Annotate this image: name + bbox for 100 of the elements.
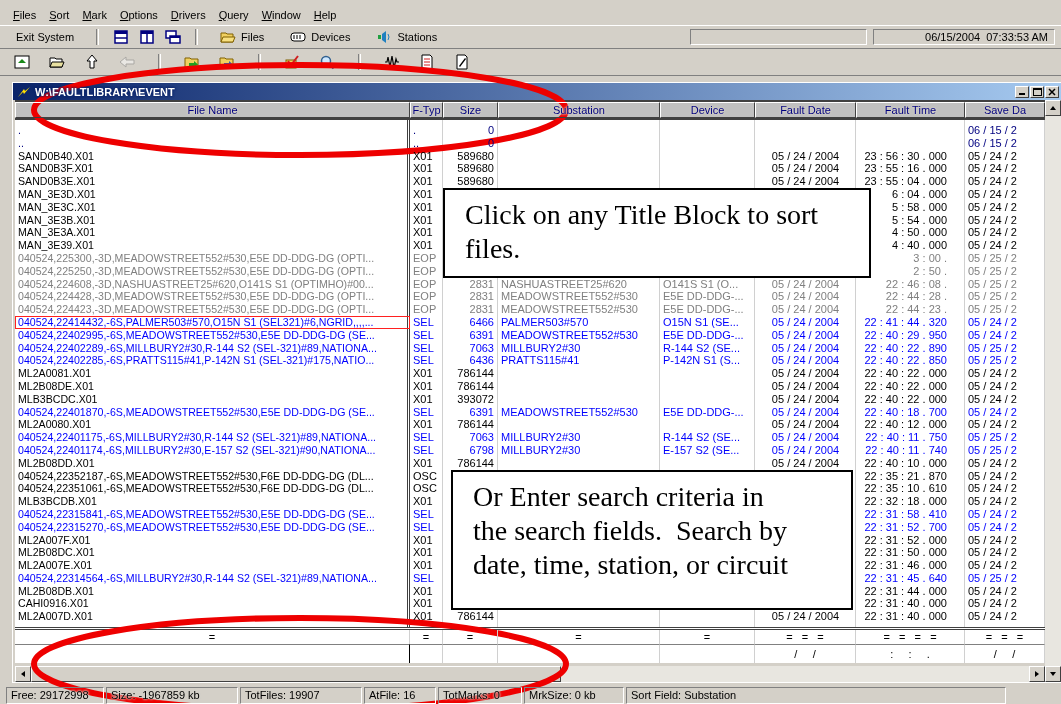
table-cell-text: 22 : 40 : 18 . 700: [863, 405, 948, 419]
table-cell-text: EOP: [412, 290, 438, 304]
column-header[interactable]: Device: [660, 102, 755, 118]
menu-item[interactable]: Options: [119, 9, 158, 21]
maximize-button[interactable]: [1030, 85, 1044, 98]
table-cell-text: 2831: [468, 277, 495, 291]
table-cell-text: X01: [412, 456, 434, 470]
menu-item[interactable]: Mark: [82, 9, 107, 21]
table-cell-text: X01: [412, 367, 434, 380]
lightning-icon: [17, 85, 31, 98]
table-cell-text: X01: [412, 533, 434, 547]
search-field[interactable]: [498, 644, 660, 664]
table-cell-text: MEADOWSTREET552#530: [500, 328, 639, 342]
search-field[interactable]: [410, 644, 443, 664]
search-field[interactable]: / /: [965, 644, 1045, 664]
column-header[interactable]: File Name: [15, 102, 410, 118]
clock-field: 06/15/2004 07:33:53 AM: [873, 29, 1055, 45]
close-icon: [1048, 87, 1056, 96]
table-cell-text: SAND0B3E.X01: [17, 175, 97, 188]
table-cell-text: 040524,22402995,-6S,MEADOWSTREET552#530,E5E DD-DDG-DG (SE...: [17, 328, 376, 342]
table-cell-text: E5E DD-DDG-...: [662, 290, 745, 304]
minimize-button[interactable]: [1015, 85, 1029, 98]
status-panel: Sort Field: Substation: [626, 687, 1006, 704]
table-cell-text: 05 / 24 / 2: [967, 175, 1018, 188]
table-cell-text: SEL: [412, 328, 435, 342]
table-cell-text: 05 / 24 / 2: [967, 597, 1018, 611]
search-field[interactable]: [660, 644, 755, 664]
menu-item[interactable]: Files: [13, 9, 37, 21]
table-cell-text: 05 / 24 / 2: [967, 149, 1018, 163]
vertical-scrollbar[interactable]: [1045, 100, 1061, 683]
table-cell-text: X01: [412, 200, 434, 214]
table-cell-text: 786144: [456, 379, 495, 393]
table-cell-text: MEADOWSTREET552#530: [500, 405, 639, 419]
table-cell-text: EOP: [412, 251, 438, 265]
maximize-icon: [1032, 87, 1042, 96]
window-layout-icon[interactable]: [163, 27, 184, 47]
table-cell-text: 05 / 24 / 2004: [770, 418, 841, 432]
device-icon: [290, 29, 307, 45]
table-cell-text: 22 : 35 : 21 . 870: [863, 469, 948, 483]
horizontal-scrollbar[interactable]: [15, 666, 1045, 683]
table-cell-text: 22 : 40 : 22 . 850: [863, 354, 948, 368]
column-header[interactable]: Fault Date: [755, 102, 856, 118]
toolbar-button[interactable]: Devices: [280, 28, 361, 46]
table-cell-text: 040524,22314564,-6S,MILLBURY2#30,R-144 S2 (SEL-321)#89,NATIONA...: [17, 571, 378, 585]
table-cell-text: 05 / 24 / 2004: [770, 277, 841, 291]
column-header[interactable]: Fault Time: [856, 102, 965, 118]
table-cell-text: 05 / 24 / 2004: [770, 392, 841, 406]
search-field[interactable]: : : .: [856, 644, 965, 664]
table-cell-text: 05 / 24 / 2: [967, 584, 1018, 598]
table-cell-text: 6466: [468, 315, 495, 329]
table-cell-text: 786144: [456, 418, 495, 432]
table-cell-text: 05 / 24 / 2004: [770, 290, 841, 304]
table-cell-text: ..: [412, 136, 421, 150]
table-cell-text: SEL: [412, 354, 435, 368]
menu-item[interactable]: Help: [313, 9, 337, 21]
table-cell-text: 05 / 25 / 2: [967, 277, 1018, 291]
column-header[interactable]: F-Typ: [410, 102, 443, 118]
column-header[interactable]: Save Da: [965, 102, 1045, 118]
table-cell-text: 22 : 31 : 50 . 000: [863, 546, 948, 560]
table-cell-text: 05 / 24 / 2004: [770, 379, 841, 393]
column-header[interactable]: Size: [443, 102, 498, 118]
table-cell-text: 05 / 24 / 2004: [770, 367, 841, 380]
table-cell-text: 05 / 24 / 2004: [770, 431, 841, 444]
table-cell-text: 6391: [468, 405, 495, 419]
table-cell-text: 393072: [456, 392, 495, 406]
table-cell-text: O141S S1 (O...: [662, 277, 740, 291]
table-cell-text: 786144: [456, 367, 495, 380]
table-cell-text: SEL: [412, 520, 435, 534]
close-button[interactable]: [1045, 85, 1059, 98]
table-cell-text: 22 : 40 : 29 . 950: [863, 328, 948, 342]
table-cell-text: 05 / 24 / 2: [967, 162, 1018, 176]
exit-button[interactable]: Exit System: [6, 30, 85, 44]
menu-item[interactable]: Window: [261, 9, 301, 21]
search-field[interactable]: / /: [755, 644, 856, 664]
toolbar-button[interactable]: Files: [210, 28, 275, 46]
search-field[interactable]: [443, 644, 498, 664]
table-cell-text: 05 / 24 / 2: [967, 328, 1018, 342]
table-cell-text: 05 / 24 / 2004: [770, 341, 841, 355]
menu-item[interactable]: Drivers: [170, 9, 206, 21]
table-cell-text: 05 / 24 / 2: [967, 188, 1018, 201]
table-cell-text: 22 : 31 : 40 . 000: [863, 597, 948, 611]
table-cell-text: 589680: [456, 149, 495, 163]
table-cell-text: 05 / 24 / 2: [967, 226, 1018, 240]
caret-up-icon: [1049, 104, 1057, 112]
table-cell-text: 05 / 24 / 2004: [770, 354, 841, 368]
table-cell-text: ML2A007D.X01: [17, 610, 94, 624]
table-cell-text: SEL: [412, 315, 435, 329]
menu-item[interactable]: Query: [218, 9, 249, 21]
table-cell-text: E-157 S2 (SE...: [662, 443, 741, 457]
table-cell-text: 7063: [468, 341, 495, 355]
menu-item[interactable]: Sort: [49, 9, 70, 21]
table-cell-text: 040524,225250,-3D,MEADOWSTREET552#530,E5E DD-DDG-DG (OPTI...: [17, 264, 376, 278]
table-cell-text: 05 / 24 / 2004: [770, 443, 841, 457]
toolbar-button[interactable]: Stations: [366, 28, 448, 46]
search-field[interactable]: [15, 644, 410, 664]
minimize-icon: [1019, 93, 1025, 95]
table-cell-text: 05 / 24 / 2: [967, 533, 1018, 547]
table-cell-text: X01: [412, 162, 434, 176]
table-cell-text: 05 / 25 / 2: [967, 443, 1018, 457]
table-cell-text: X01: [412, 213, 434, 227]
